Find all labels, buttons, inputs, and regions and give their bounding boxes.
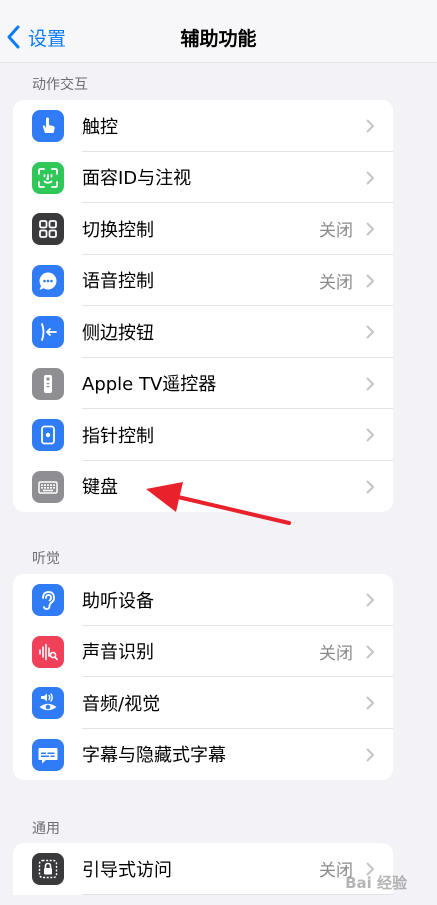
lock-icon: [32, 853, 64, 885]
row-tv-remote-label: Apple TV遥控器: [82, 374, 217, 396]
navigation-bar: 设置 辅助功能: [0, 0, 437, 63]
switch-grid-icon: [32, 213, 64, 245]
row-hearing-devices[interactable]: 助听设备: [13, 574, 393, 626]
chevron-right-icon: [366, 748, 374, 761]
page-title: 辅助功能: [180, 28, 257, 50]
row-touch[interactable]: 触控: [13, 100, 393, 152]
row-audio-visual[interactable]: 音频/视觉: [13, 677, 393, 729]
row-audio-visual-label: 音频/视觉: [82, 693, 161, 715]
face-id-icon: [32, 161, 64, 194]
chevron-right-icon: [366, 119, 374, 133]
chevron-right-icon: [366, 428, 374, 442]
group-hearing: 助听设备 声音识别 关闭 音频/视觉 字幕与隐藏式字幕: [13, 574, 393, 780]
row-separator: [82, 893, 393, 895]
group-interaction: 触控 面容ID与注视 切换控制 关闭 语音控制 关闭 侧边按钮 Apple TV…: [13, 100, 393, 512]
row-switch-control-label: 切换控制: [82, 219, 154, 241]
chevron-right-icon: [366, 696, 374, 710]
watermark: Bai 经验: [345, 874, 407, 892]
chevron-right-icon: [366, 222, 374, 236]
row-voice-control-label: 语音控制: [82, 271, 154, 293]
voice-control-icon: [32, 264, 64, 297]
hand-touch-icon: [32, 110, 64, 142]
chevron-right-icon: [366, 171, 374, 184]
row-switch-control[interactable]: 切换控制 关闭: [13, 203, 393, 255]
row-sound-recognition-value: 关闭: [319, 643, 353, 664]
row-tv-remote[interactable]: Apple TV遥控器: [13, 358, 393, 409]
section-header-hearing: 听觉: [32, 551, 60, 567]
row-sound-recognition[interactable]: 声音识别 关闭: [13, 626, 393, 677]
side-button-icon: [32, 316, 64, 348]
row-touch-label: 触控: [82, 116, 118, 138]
keyboard-icon: [32, 470, 64, 503]
row-voice-control[interactable]: 语音控制 关闭: [13, 255, 393, 306]
row-keyboard[interactable]: 键盘: [13, 461, 393, 513]
subtitles-icon: [32, 738, 64, 771]
group-general: 引导式访问 关闭: [13, 843, 393, 895]
row-pointer-control-label: 指针控制: [82, 425, 154, 447]
row-side-button[interactable]: 侧边按钮: [13, 306, 393, 358]
ear-icon: [32, 584, 64, 616]
chevron-right-icon: [366, 593, 374, 607]
audio-visual-icon: [32, 687, 64, 719]
row-guided-access[interactable]: 引导式访问 关闭: [13, 843, 393, 895]
row-switch-control-value: 关闭: [319, 221, 353, 242]
chevron-right-icon: [366, 377, 374, 390]
row-side-button-label: 侧边按钮: [82, 322, 154, 344]
row-hearing-devices-label: 助听设备: [82, 590, 154, 612]
row-sound-recognition-label: 声音识别: [82, 642, 154, 664]
row-keyboard-label: 键盘: [82, 477, 118, 499]
chevron-right-icon: [366, 480, 374, 493]
row-face-id-label: 面容ID与注视: [82, 168, 192, 190]
row-subtitles[interactable]: 字幕与隐藏式字幕: [13, 729, 393, 781]
tv-remote-icon: [32, 367, 64, 400]
row-voice-control-value: 关闭: [319, 272, 353, 293]
sound-recognition-icon: [32, 635, 64, 668]
chevron-right-icon: [366, 274, 374, 287]
section-header-interaction: 动作交互: [32, 77, 88, 93]
pointer-control-icon: [32, 419, 64, 451]
row-guided-access-label: 引导式访问: [82, 859, 172, 881]
chevron-right-icon: [366, 645, 374, 658]
row-pointer-control[interactable]: 指针控制: [13, 409, 393, 461]
section-header-general: 通用: [32, 821, 60, 837]
row-face-id[interactable]: 面容ID与注视: [13, 152, 393, 203]
chevron-right-icon: [366, 325, 374, 339]
row-subtitles-label: 字幕与隐藏式字幕: [82, 745, 226, 767]
